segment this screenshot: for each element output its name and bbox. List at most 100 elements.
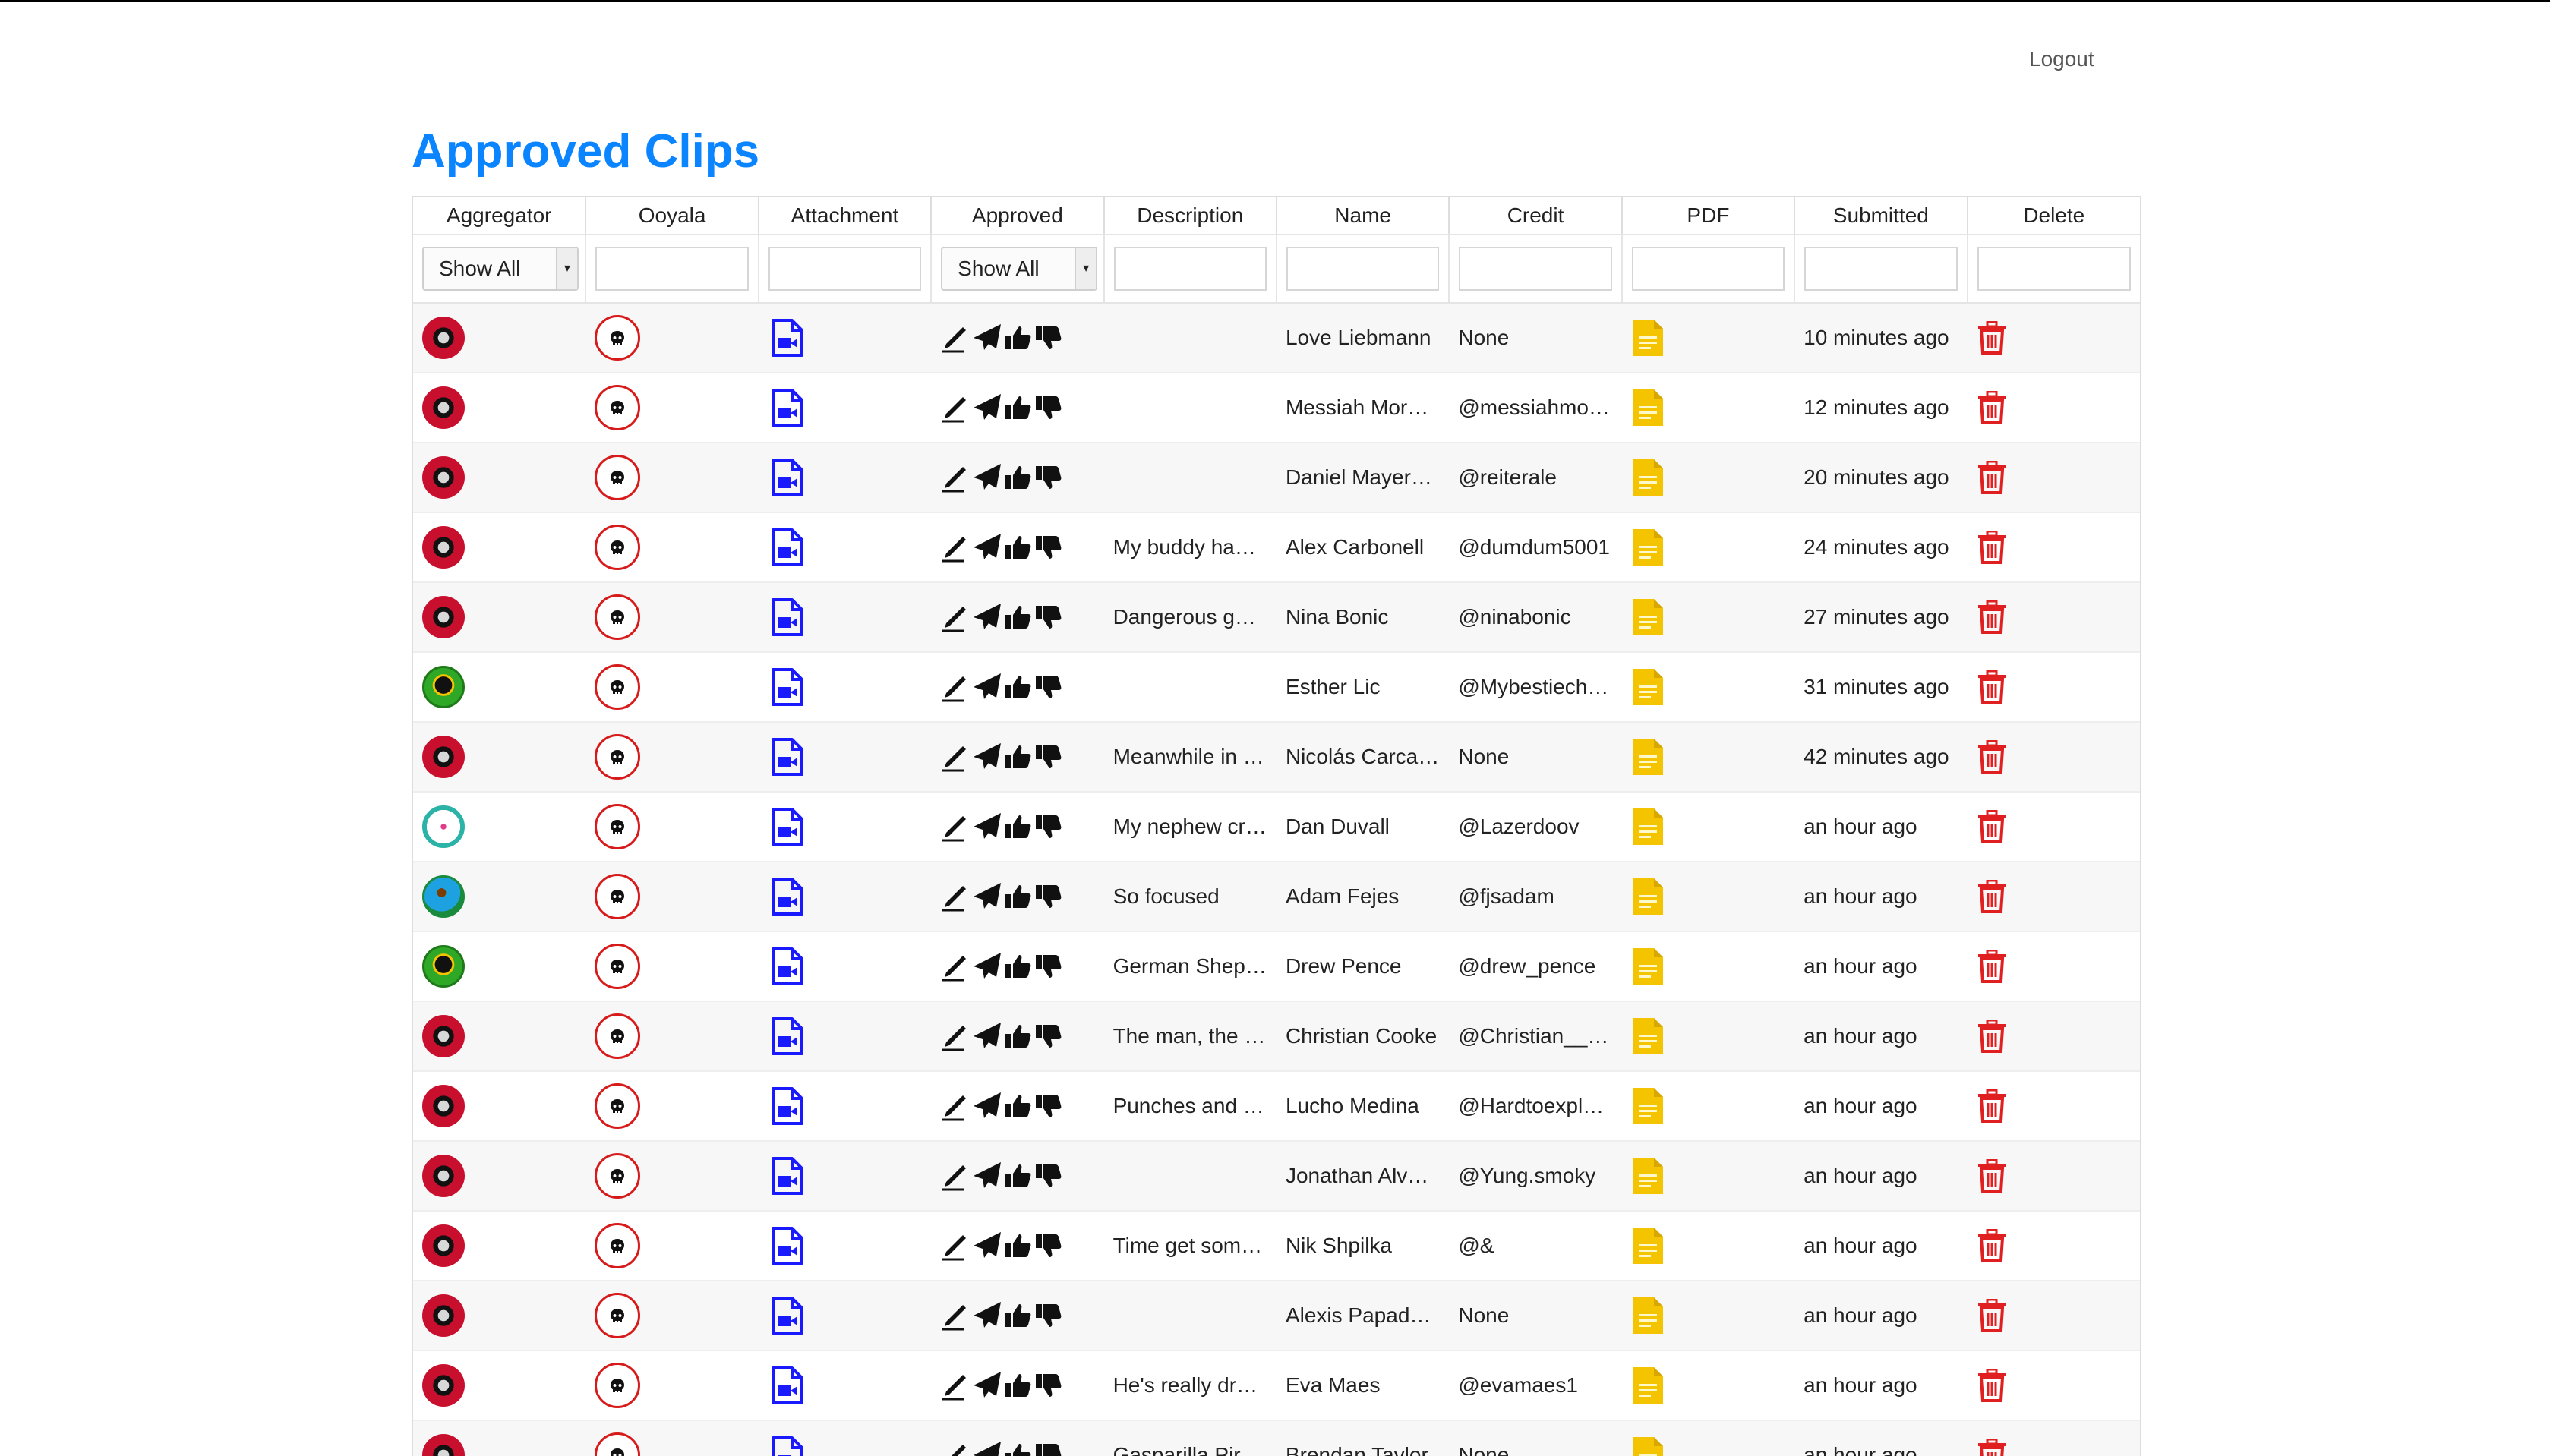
aggregator-logo-icon[interactable] [422,456,465,499]
pen-icon[interactable] [940,812,970,842]
column-header-description[interactable]: Description [1103,197,1277,235]
send-icon[interactable] [972,1091,1002,1121]
document-icon[interactable] [1631,877,1785,916]
skull-icon[interactable] [595,1223,641,1268]
trash-icon[interactable] [1977,1159,2131,1193]
column-header-approved[interactable]: Approved [931,197,1105,235]
send-icon[interactable] [972,1440,1002,1456]
thumbs-down-icon[interactable] [1034,1301,1063,1330]
ooyala-filter-input[interactable] [595,247,749,291]
thumbs-up-icon[interactable] [1004,882,1033,911]
trash-icon[interactable] [1977,1439,2131,1456]
name-filter-input[interactable] [1286,247,1440,291]
thumbs-up-icon[interactable] [1004,1022,1033,1051]
skull-icon[interactable] [595,455,641,500]
video-file-icon[interactable] [768,388,922,427]
send-icon[interactable] [972,1021,1002,1051]
skull-icon[interactable] [595,1363,641,1408]
thumbs-down-icon[interactable] [1034,463,1063,492]
video-file-icon[interactable] [768,1296,922,1335]
document-icon[interactable] [1631,458,1785,497]
attachment-filter-input[interactable] [768,247,922,291]
skull-icon[interactable] [595,804,641,849]
column-header-credit[interactable]: Credit [1449,197,1623,235]
submitted-filter-input[interactable] [1804,247,1958,291]
send-icon[interactable] [972,1370,1002,1401]
thumbs-down-icon[interactable] [1034,1441,1063,1456]
document-icon[interactable] [1631,1436,1785,1456]
document-icon[interactable] [1631,528,1785,567]
pen-icon[interactable] [940,951,970,982]
column-header-attachment[interactable]: Attachment [758,197,933,235]
thumbs-up-icon[interactable] [1004,323,1033,352]
document-icon[interactable] [1631,1086,1785,1126]
pen-icon[interactable] [940,462,970,493]
pen-icon[interactable] [940,742,970,772]
trash-icon[interactable] [1977,600,2131,634]
send-icon[interactable] [972,462,1002,493]
thumbs-down-icon[interactable] [1034,603,1063,632]
video-file-icon[interactable] [768,528,922,567]
thumbs-down-icon[interactable] [1034,1231,1063,1260]
document-icon[interactable] [1631,1366,1785,1405]
trash-icon[interactable] [1977,1020,2131,1053]
send-icon[interactable] [972,881,1002,912]
column-header-name[interactable]: Name [1276,197,1450,235]
skull-icon[interactable] [595,315,641,361]
skull-icon[interactable] [595,525,641,570]
document-icon[interactable] [1631,947,1785,986]
aggregator-logo-icon[interactable] [422,317,465,359]
thumbs-up-icon[interactable] [1004,393,1033,422]
column-header-delete[interactable]: Delete [1967,197,2140,235]
skull-icon[interactable] [595,1013,641,1059]
thumbs-up-icon[interactable] [1004,603,1033,632]
trash-icon[interactable] [1977,391,2131,424]
document-icon[interactable] [1631,388,1785,427]
aggregator-logo-icon[interactable] [422,1364,465,1407]
logout-link[interactable]: Logout [2029,47,2094,71]
aggregator-logo-icon[interactable] [422,666,465,708]
pen-icon[interactable] [940,602,970,632]
skull-icon[interactable] [595,1293,641,1338]
skull-icon[interactable] [595,385,641,430]
description-filter-input[interactable] [1113,247,1267,291]
thumbs-down-icon[interactable] [1034,1092,1063,1120]
thumbs-down-icon[interactable] [1034,812,1063,841]
aggregator-logo-icon[interactable] [422,1294,465,1337]
thumbs-down-icon[interactable] [1034,393,1063,422]
video-file-icon[interactable] [768,318,922,358]
send-icon[interactable] [972,672,1002,702]
document-icon[interactable] [1631,597,1785,637]
thumbs-down-icon[interactable] [1034,1161,1063,1190]
pen-icon[interactable] [940,881,970,912]
pen-icon[interactable] [940,1370,970,1401]
trash-icon[interactable] [1977,531,2131,564]
pen-icon[interactable] [940,672,970,702]
send-icon[interactable] [972,812,1002,842]
send-icon[interactable] [972,1161,1002,1191]
pen-icon[interactable] [940,1231,970,1261]
skull-icon[interactable] [595,734,641,780]
thumbs-up-icon[interactable] [1004,1231,1033,1260]
skull-icon[interactable] [595,874,641,919]
aggregator-logo-icon[interactable] [422,1155,465,1197]
pen-icon[interactable] [940,1091,970,1121]
thumbs-up-icon[interactable] [1004,952,1033,981]
thumbs-down-icon[interactable] [1034,1371,1063,1400]
video-file-icon[interactable] [768,807,922,846]
aggregator-logo-icon[interactable] [422,945,465,988]
video-file-icon[interactable] [768,737,922,777]
trash-icon[interactable] [1977,950,2131,983]
send-icon[interactable] [972,392,1002,423]
credit-filter-input[interactable] [1459,247,1612,291]
pen-icon[interactable] [940,532,970,563]
thumbs-up-icon[interactable] [1004,533,1033,562]
aggregator-logo-icon[interactable] [422,1085,465,1127]
video-file-icon[interactable] [768,1016,922,1056]
thumbs-down-icon[interactable] [1034,952,1063,981]
pen-icon[interactable] [940,1161,970,1191]
skull-icon[interactable] [595,1083,641,1129]
aggregator-logo-icon[interactable] [422,1224,465,1267]
thumbs-up-icon[interactable] [1004,1371,1033,1400]
column-header-ooyala[interactable]: Ooyala [585,197,759,235]
